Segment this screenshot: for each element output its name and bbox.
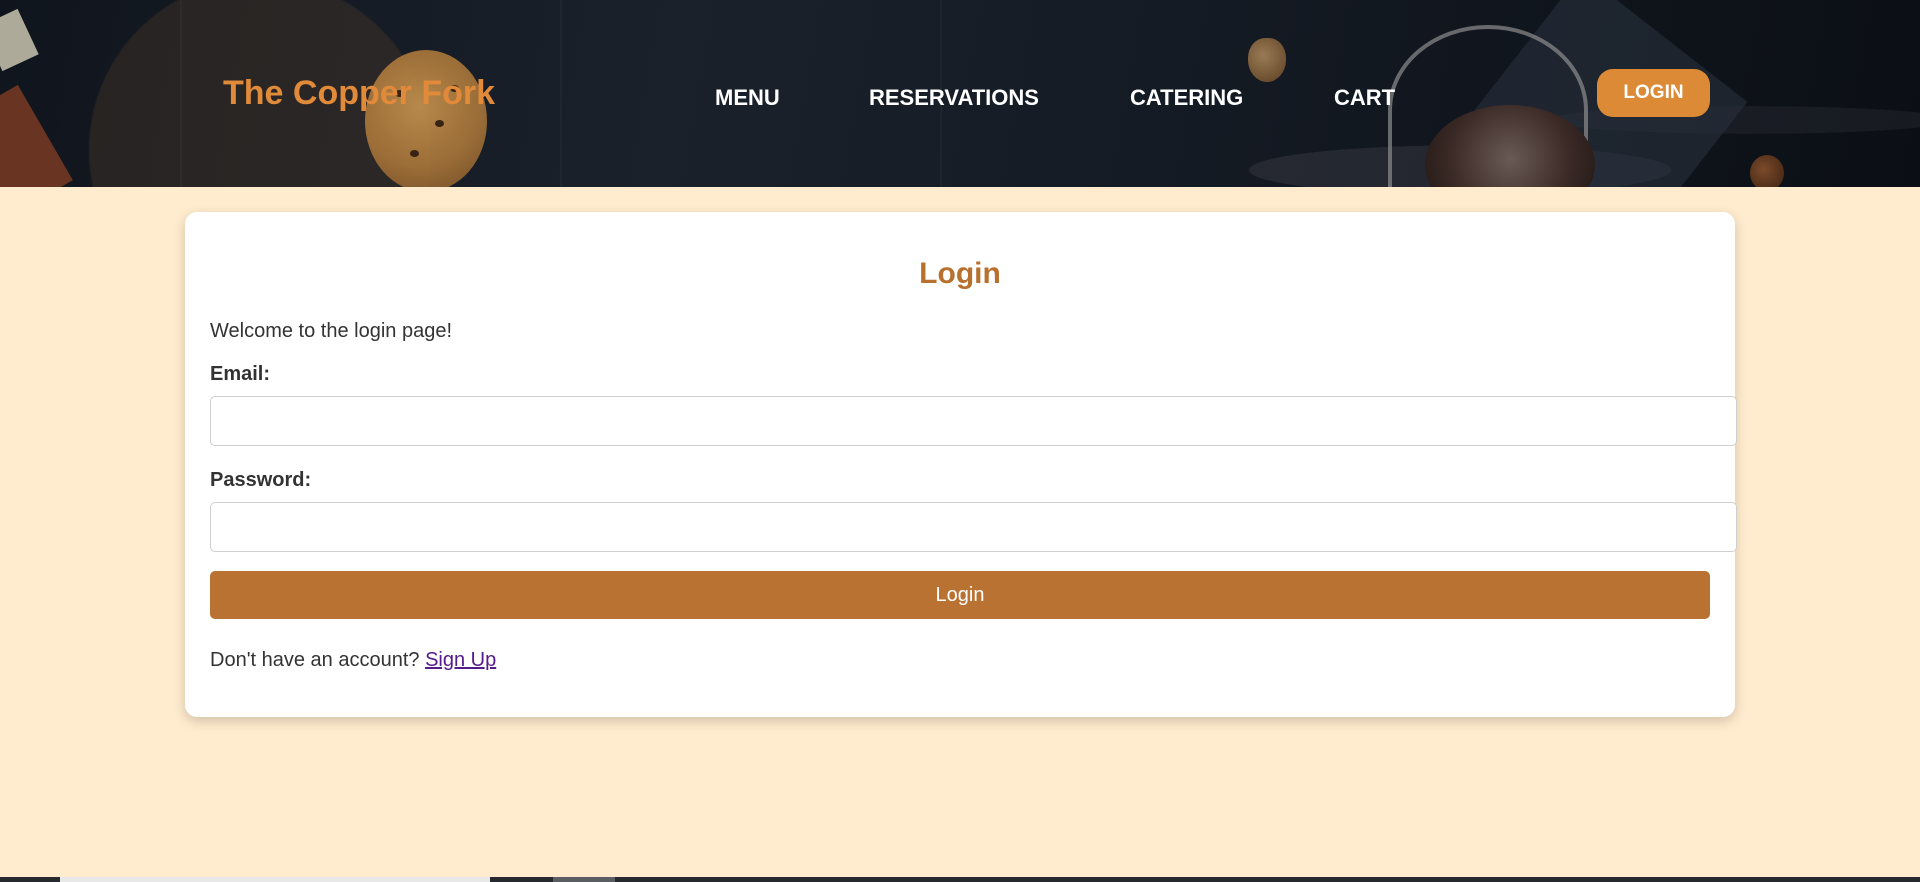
header-login-button[interactable]: LOGIN [1597, 69, 1710, 117]
welcome-text: Welcome to the login page! [210, 320, 453, 342]
site-header: The Copper Fork MENU RESERVATIONS CATERI… [0, 0, 1920, 187]
email-field[interactable] [210, 396, 1737, 446]
signup-row: Don't have an account? Sign Up [210, 649, 496, 672]
taskbar-segment [553, 877, 615, 882]
decorative-acorn-image [1750, 155, 1784, 187]
nav-catering[interactable]: CATERING [1130, 85, 1243, 111]
password-field[interactable] [210, 502, 1737, 552]
page-title: Login [919, 257, 1001, 290]
background-texture [560, 0, 562, 187]
background-texture [180, 0, 182, 187]
decorative-acorn-image [1248, 38, 1286, 82]
taskbar-segment [60, 877, 490, 882]
password-label: Password: [210, 469, 312, 491]
brand-logo[interactable]: The Copper Fork [223, 74, 495, 113]
email-label: Email: [210, 363, 271, 385]
signup-link[interactable]: Sign Up [425, 649, 496, 671]
cookie-chip [410, 150, 419, 157]
login-submit-button[interactable]: Login [210, 571, 1710, 619]
nav-menu[interactable]: MENU [715, 85, 780, 111]
decorative-food-image [0, 84, 73, 187]
login-card: Login Welcome to the login page! Email: … [185, 212, 1737, 717]
decorative-cookie-image [365, 50, 487, 187]
cookie-chip [435, 120, 444, 127]
nav-cart[interactable]: CART [1334, 85, 1395, 111]
decorative-napkin-image [0, 8, 39, 72]
signup-prompt: Don't have an account? [210, 649, 426, 671]
nav-reservations[interactable]: RESERVATIONS [869, 85, 1039, 111]
